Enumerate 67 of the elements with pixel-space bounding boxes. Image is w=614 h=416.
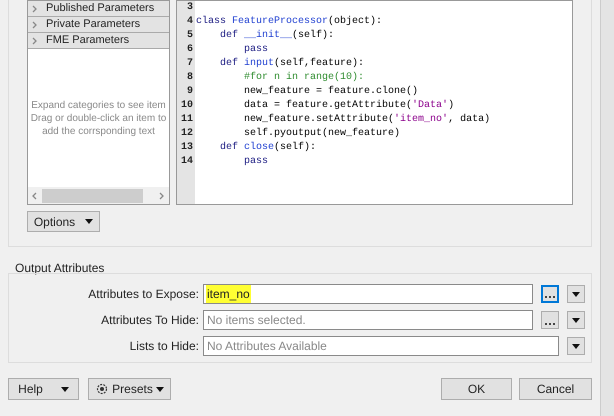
line-number: 12: [180, 127, 193, 141]
code-token: new_feature.setAttribute(: [243, 113, 394, 127]
line-number: 9: [186, 85, 193, 99]
caret-icon: [156, 386, 164, 392]
caret-icon: [572, 344, 580, 348]
code-token: self.pyoutput(new_feature): [243, 127, 400, 141]
line-number: 14: [180, 155, 193, 169]
code-token: 'Data': [412, 99, 448, 113]
code-token: , data): [448, 113, 490, 127]
caret-icon: [60, 386, 69, 392]
code-token: (self):: [274, 141, 316, 155]
line-number: 13: [180, 141, 193, 155]
attribute-field[interactable]: No items selected.: [203, 310, 533, 330]
field-label: Lists to Hide:: [128, 338, 200, 355]
field-label: Attributes To Hide:: [100, 312, 200, 329]
code-token: pass: [243, 43, 268, 57]
line-number: 10: [180, 99, 193, 113]
caret-icon: [85, 219, 94, 224]
browse-button[interactable]: [541, 311, 559, 329]
code-token: (self):: [292, 29, 334, 43]
line-number: 4: [186, 15, 193, 29]
category-header[interactable]: Published Parameters: [28, 1, 169, 17]
line-number: 11: [180, 113, 193, 127]
code-token: FeatureProcessor: [232, 15, 328, 29]
horizontal-scrollbar[interactable]: [28, 187, 169, 204]
line-number: 3: [186, 1, 193, 15]
category-header[interactable]: FME Parameters: [28, 33, 169, 49]
presets-button[interactable]: Presets: [88, 378, 171, 400]
code-token: (self,feature):: [274, 57, 364, 71]
code-token: new_feature = feature.clone(): [243, 85, 418, 99]
code-token: def: [219, 141, 240, 155]
browse-button[interactable]: [541, 285, 559, 303]
code-token: (object):: [328, 15, 382, 29]
options-button[interactable]: Options: [27, 211, 100, 232]
code-token: close: [244, 141, 274, 155]
code-editor[interactable]: [176, 0, 573, 205]
dropdown-button[interactable]: [567, 285, 585, 303]
code-token: data = feature.getAttribute(: [243, 99, 412, 113]
code-token: #for n in range(10):: [243, 71, 364, 85]
code-token: pass: [243, 155, 268, 169]
code-token: __init__: [244, 29, 292, 43]
caret-icon: [572, 292, 580, 296]
dropdown-button[interactable]: [567, 337, 585, 355]
code-token: class: [196, 15, 228, 29]
attribute-field[interactable]: item_no: [203, 284, 533, 304]
group-title: Output Attributes: [15, 260, 106, 273]
line-number: 5: [186, 29, 193, 43]
ok-button[interactable]: OK: [441, 378, 512, 400]
code-token: def: [219, 57, 240, 71]
gear-icon: [95, 382, 110, 396]
code-token: ): [448, 99, 454, 113]
field-label: Attributes to Expose:: [87, 286, 200, 303]
hint-text: Expand categories to see item Drag or double-click an item to add the corrsponding text: [30, 98, 168, 138]
line-number: 6: [186, 43, 193, 57]
code-token: 'item_no': [394, 113, 448, 127]
attribute-field[interactable]: No Attributes Available: [203, 336, 559, 356]
code-token: input: [244, 57, 274, 71]
line-number: 8: [186, 71, 193, 85]
caret-icon: [572, 318, 580, 322]
cancel-button[interactable]: Cancel: [519, 378, 592, 400]
code-token: def: [219, 29, 240, 43]
dropdown-button[interactable]: [567, 311, 585, 329]
line-number: 7: [186, 57, 193, 71]
category-header[interactable]: Private Parameters: [28, 17, 169, 33]
chevron-left-icon: [32, 192, 38, 200]
help-button[interactable]: Help: [8, 378, 79, 400]
chevron-right-icon: [159, 192, 165, 200]
